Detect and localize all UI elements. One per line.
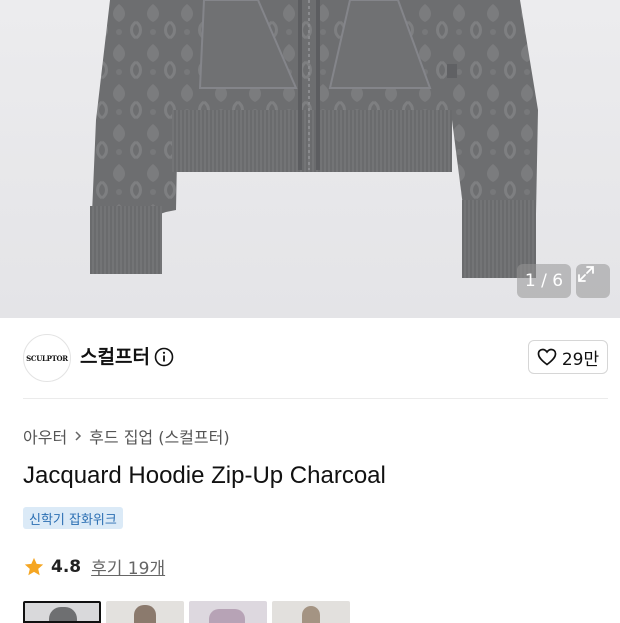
heart-icon — [537, 348, 557, 366]
image-counter: 1 / 6 — [517, 264, 571, 298]
reviews-link[interactable]: 후기 19개 — [91, 554, 165, 579]
expand-icon — [578, 266, 594, 282]
product-title: Jacquard Hoodie Zip-Up Charcoal — [23, 462, 386, 489]
breadcrumb-subcategory[interactable]: 후드 집업 (스컬프터) — [89, 424, 229, 448]
brand-row: SCULPTOR 스컬프터 29만 — [0, 318, 620, 398]
rating-value: 4.8 — [51, 556, 82, 577]
breadcrumb-category[interactable]: 아우터 — [23, 424, 67, 448]
brand-logo[interactable]: SCULPTOR — [23, 334, 71, 382]
chevron-right-icon — [75, 431, 82, 441]
rating: 4.8 후기 19개 — [23, 554, 165, 579]
brand-logo-text: SCULPTOR — [26, 353, 68, 363]
divider — [23, 398, 608, 399]
product-image[interactable]: 1 / 6 — [0, 0, 620, 318]
expand-button[interactable] — [576, 264, 610, 298]
info-icon[interactable] — [154, 347, 174, 367]
breadcrumb: 아우터 후드 집업 (스컬프터) — [23, 424, 230, 448]
promo-tag[interactable]: 신학기 잡화위크 — [23, 507, 123, 529]
brand-name[interactable]: 스컬프터 — [80, 342, 150, 369]
star-icon — [24, 557, 44, 575]
like-count: 29만 — [561, 349, 600, 370]
brand-like-button[interactable]: 29만 — [528, 340, 608, 374]
